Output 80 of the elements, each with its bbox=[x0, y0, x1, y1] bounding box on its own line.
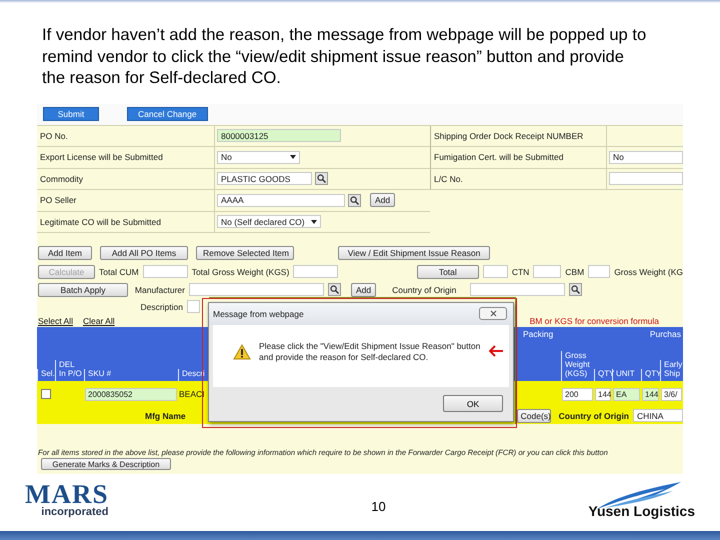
logo-text: MARS bbox=[25, 482, 108, 506]
search-icon bbox=[317, 174, 326, 184]
field-label: Gross Weight (KG bbox=[614, 266, 683, 276]
column-group-header: Purchas bbox=[648, 329, 682, 339]
field-label: Total Gross Weight (KGS) bbox=[192, 266, 290, 276]
field-label: CBM bbox=[565, 266, 584, 276]
column-group-header: Packing bbox=[522, 329, 554, 339]
input-field[interactable]: No bbox=[609, 150, 683, 164]
table-field[interactable]: 144 bbox=[595, 388, 611, 400]
input-field[interactable]: CHINA bbox=[633, 409, 683, 422]
input-field[interactable] bbox=[470, 283, 566, 296]
table-field[interactable]: EA bbox=[613, 388, 640, 400]
input-field[interactable] bbox=[189, 283, 324, 296]
instruction-text: If vendor haven’t add the reason, the message from webpage will be popped up to remind vendor to click the “view/edit shipment issue reason” button and provide the reason for Self-declared CO. bbox=[42, 24, 647, 88]
caret-icon bbox=[290, 155, 296, 160]
ok-button[interactable]: OK bbox=[443, 395, 503, 412]
close-icon bbox=[490, 310, 496, 317]
field-label: Country of Origin bbox=[392, 284, 456, 294]
field-label: Mfg Name bbox=[145, 410, 186, 420]
field-label: Fumigation Cert. will be Submitted bbox=[434, 152, 564, 162]
table-field[interactable]: 3/6/ bbox=[661, 388, 682, 400]
input-field[interactable] bbox=[482, 265, 508, 278]
action-button[interactable]: Remove Selected Item bbox=[196, 246, 294, 260]
field-label: CTN bbox=[512, 266, 530, 276]
sku-field[interactable]: 2000835052 bbox=[85, 388, 177, 400]
add-button[interactable]: Add bbox=[351, 282, 376, 296]
toolbar-button[interactable]: Submit bbox=[43, 107, 99, 121]
action-button[interactable]: Add Item bbox=[38, 246, 92, 260]
action-button[interactable]: View / Edit Shipment Issue Reason bbox=[338, 246, 490, 260]
total-button[interactable]: Total bbox=[416, 264, 479, 278]
action-button[interactable]: Add All PO Items bbox=[100, 246, 188, 260]
dropdown-field[interactable]: No bbox=[217, 150, 300, 164]
link[interactable]: Clear All bbox=[82, 316, 115, 326]
search-icon bbox=[571, 285, 580, 294]
add-button[interactable]: Add bbox=[370, 193, 396, 208]
field-label: PO No. bbox=[40, 130, 68, 141]
table-field[interactable]: 200 bbox=[562, 388, 593, 400]
table-field[interactable]: 144 bbox=[642, 388, 659, 400]
field-label: L/C No. bbox=[434, 174, 463, 184]
field-label: Description bbox=[139, 302, 183, 312]
warning-icon bbox=[233, 344, 251, 360]
search-button[interactable] bbox=[569, 283, 582, 296]
input-field[interactable]: PLASTIC GOODS bbox=[217, 172, 312, 186]
toolbar-button[interactable]: Cancel Change bbox=[127, 107, 208, 121]
logo-subtext: incorporated bbox=[41, 506, 108, 518]
search-button[interactable] bbox=[348, 194, 361, 207]
row-checkbox[interactable] bbox=[41, 389, 51, 399]
field-label: Legitimate CO will be Submitted bbox=[40, 216, 161, 227]
search-icon bbox=[330, 285, 339, 294]
input-field[interactable] bbox=[609, 172, 683, 186]
field-label: Manufacturer bbox=[134, 284, 185, 294]
field-label: Country of Origin bbox=[558, 410, 629, 420]
field-label: PO Seller bbox=[40, 195, 76, 206]
field-label: Total CUM bbox=[99, 266, 139, 276]
close-button[interactable] bbox=[479, 307, 507, 320]
logo-text: Yusen Logistics bbox=[588, 502, 695, 518]
input-field[interactable] bbox=[533, 265, 562, 278]
input-field[interactable] bbox=[142, 265, 188, 278]
conversion-note: BM or KGS for conversion formula bbox=[530, 316, 659, 326]
field-label: Commodity bbox=[40, 174, 83, 184]
input-field[interactable]: 8000003125 bbox=[217, 129, 341, 142]
input-field[interactable] bbox=[187, 300, 200, 313]
dialog-title: Message from webpage bbox=[213, 308, 304, 318]
input-field[interactable] bbox=[293, 265, 338, 278]
arrow-icon bbox=[489, 344, 503, 356]
batch-apply-button[interactable]: Batch Apply bbox=[38, 282, 128, 296]
code-button[interactable]: Code(s) bbox=[516, 408, 551, 422]
input-field[interactable] bbox=[588, 265, 610, 278]
search-icon bbox=[350, 196, 359, 205]
field-label: Export License will be Submitted bbox=[40, 152, 163, 162]
dropdown-field[interactable]: No (Self declared CO) bbox=[217, 215, 321, 228]
input-field[interactable]: AAAA bbox=[217, 194, 345, 207]
link[interactable]: Select All bbox=[38, 316, 73, 326]
field-label: Shipping Order Dock Receipt NUMBER bbox=[434, 130, 584, 141]
generate-button[interactable]: Generate Marks & Description bbox=[41, 458, 171, 470]
search-button[interactable] bbox=[315, 172, 328, 186]
page-number: 10 bbox=[371, 499, 386, 514]
dialog-message: Please click the "View/Edit Shipment Issue Reason" button and provide the reason for Self-declared CO. bbox=[259, 340, 481, 362]
search-button[interactable] bbox=[328, 283, 341, 296]
caret-icon bbox=[310, 220, 317, 224]
